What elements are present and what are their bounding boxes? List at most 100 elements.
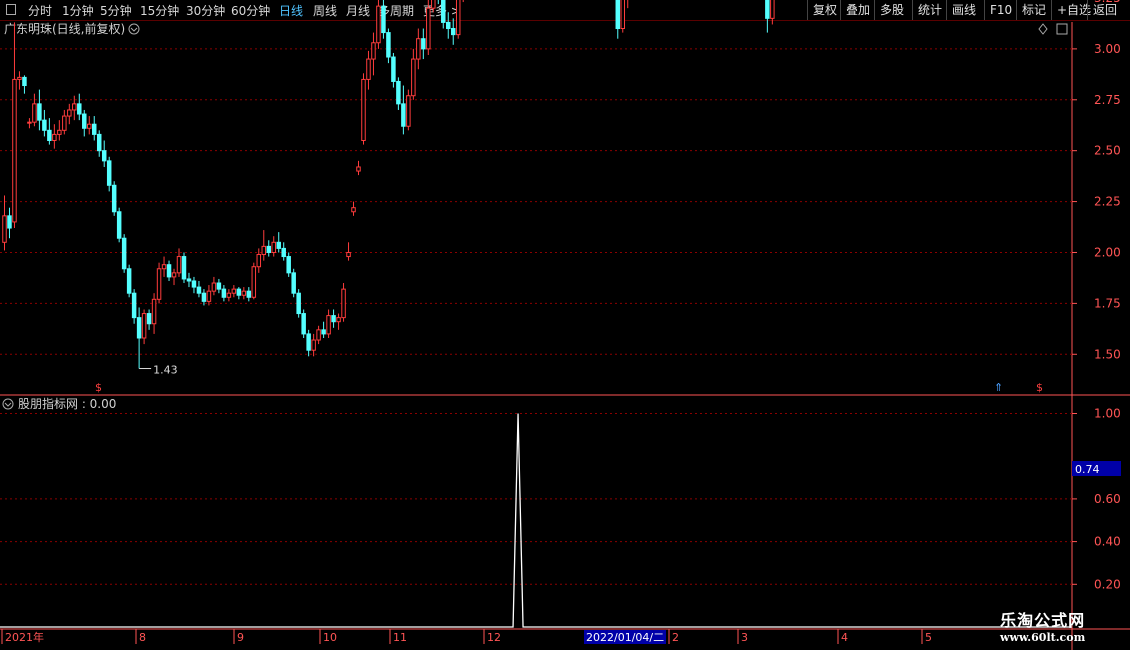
current-value-label: 0.74 [1075, 463, 1100, 476]
candle-body [206, 290, 212, 302]
candle-body [87, 123, 92, 129]
candle-body [196, 286, 202, 294]
candle-body [281, 247, 286, 258]
up-signal-marker: ⇑ [994, 381, 1003, 394]
candle-body [116, 211, 122, 239]
candle-body [156, 268, 162, 300]
candle-body [246, 290, 252, 298]
date-highlight-label: 2022/01/04/二 [586, 631, 664, 644]
candle-body [47, 129, 52, 142]
indicator-axis-label: 0.20 [1094, 577, 1121, 591]
candle-body [371, 42, 376, 60]
candle-body [27, 121, 32, 124]
candle-body [291, 272, 296, 294]
candle-body [311, 339, 316, 351]
candle-body [166, 264, 172, 278]
time-axis-label: 4 [841, 631, 848, 644]
price-axis-label: 2.00 [1094, 245, 1121, 259]
candle-body [146, 313, 152, 325]
watermark: 乐淘公式网 www.60lt.com [1000, 607, 1085, 644]
time-axis-label: 9 [237, 631, 244, 644]
candle-body [186, 278, 192, 282]
candle-body [431, 0, 436, 9]
signal-marker: $ [1036, 381, 1043, 394]
low-marker-label: 1.43 [153, 364, 178, 377]
candle-body [96, 133, 102, 152]
candle-body [131, 292, 137, 319]
candle-body [12, 78, 17, 223]
price-axis-label: 3.00 [1094, 42, 1121, 56]
candle-body [276, 241, 281, 249]
candle-body [271, 241, 276, 253]
candle-body [42, 119, 47, 131]
candle-body [37, 103, 42, 121]
price-axis-label: 2.75 [1094, 93, 1121, 107]
candle-body [151, 298, 157, 325]
candle-body [236, 288, 242, 296]
indicator-title: 股朋指标网 : 0.00 [18, 396, 116, 411]
candle-body [256, 254, 262, 268]
candle-body [450, 28, 456, 36]
time-axis-label: 5 [925, 631, 932, 644]
indicator-axis-label: 0.40 [1094, 535, 1121, 549]
candle-body [615, 0, 621, 30]
candle-body [770, 0, 775, 19]
candle-body [455, 0, 461, 36]
candle-body [386, 32, 391, 58]
candle-body [441, 0, 446, 23]
candle-body [356, 166, 361, 172]
candle-body [396, 80, 401, 105]
chevron-down-icon [128, 23, 140, 35]
time-axis-label: 11 [393, 631, 407, 644]
candle-body [426, 7, 431, 50]
candle-body [62, 115, 67, 131]
candle-body [52, 133, 57, 141]
candle-body [366, 58, 371, 80]
candle-body [331, 315, 336, 323]
candle-body [226, 292, 232, 298]
candle-body [161, 264, 167, 270]
candle-body [141, 313, 147, 339]
candle-body [301, 313, 306, 335]
candle-body [191, 280, 197, 288]
candle-body [296, 292, 301, 315]
candle-body [241, 290, 247, 296]
candle-body [341, 288, 346, 319]
candle-body [765, 0, 770, 19]
chevron-down-icon-arrow [130, 27, 138, 32]
chart-canvas: 4.504.254.003.753.503.253.002.752.502.25… [0, 0, 1130, 650]
candle-body [391, 56, 396, 82]
candle-body [326, 315, 331, 335]
candle-body [346, 251, 351, 258]
candle-body [136, 317, 142, 339]
window-icon [1056, 23, 1068, 35]
candle-body [421, 38, 426, 50]
candle-body [361, 78, 366, 141]
candle-body [101, 150, 107, 162]
candle-body [376, 5, 381, 44]
candle-body [22, 76, 27, 87]
time-axis-label: 2021年 [5, 630, 44, 644]
candle-body [211, 282, 217, 292]
candle-body [446, 21, 451, 30]
candle-body [286, 256, 291, 274]
time-axis-label: 12 [487, 631, 501, 644]
candle-body [620, 0, 626, 30]
candle-body [336, 317, 341, 323]
candle-body [251, 266, 257, 298]
candle-body [7, 215, 12, 229]
candle-body [57, 129, 62, 135]
candle-body [82, 113, 87, 129]
candle-body [171, 272, 177, 278]
candle-body [126, 268, 132, 294]
candle-body [321, 329, 326, 335]
candle-body [316, 329, 321, 341]
price-axis-label: 1.50 [1094, 347, 1121, 361]
price-axis-label: 2.25 [1094, 195, 1121, 209]
candle-body [201, 292, 207, 302]
indicator-axis-label: 0.60 [1094, 492, 1121, 506]
candle-body [401, 103, 406, 127]
candle-body [91, 123, 97, 135]
candle-body [416, 38, 421, 60]
indicator-line [0, 413, 1072, 628]
